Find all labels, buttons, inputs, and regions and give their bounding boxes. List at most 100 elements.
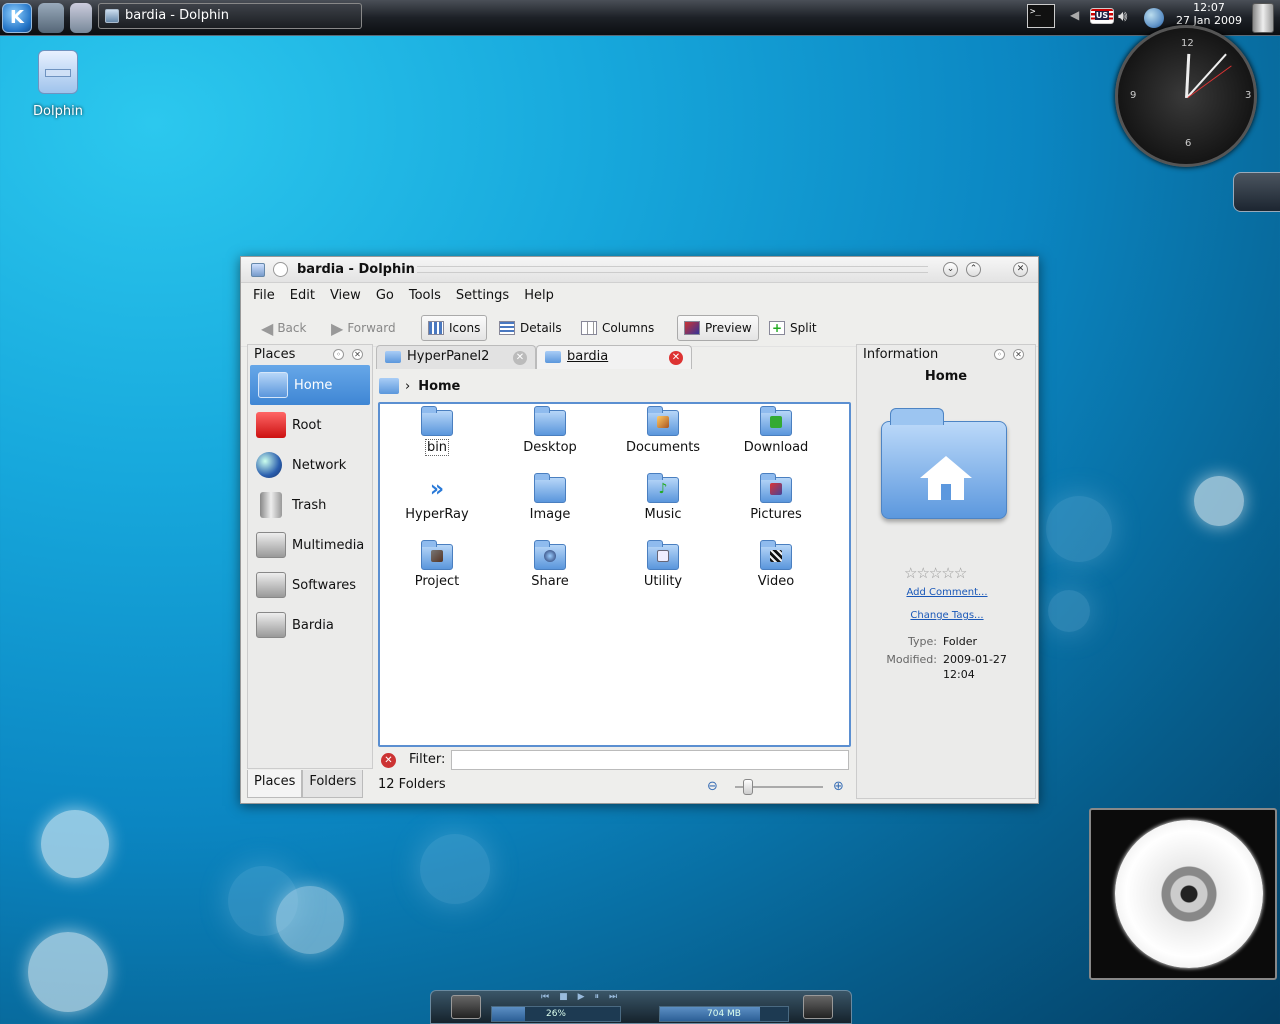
menu-help[interactable]: Help (524, 288, 554, 303)
panel-clock[interactable]: 12:07 27 Jan 2009 (1174, 1, 1244, 27)
network-globe-icon[interactable] (1144, 8, 1164, 28)
trash-icon[interactable] (1252, 3, 1274, 33)
file-item[interactable]: » HyperRay (382, 477, 492, 522)
pictures-folder-icon (760, 473, 792, 503)
file-item[interactable]: Video (721, 540, 831, 589)
folder-icon (545, 351, 561, 363)
file-item[interactable]: Download (721, 406, 831, 455)
bokeh-light (28, 932, 108, 1012)
icons-view-button[interactable]: Icons (421, 315, 488, 341)
chevron-right-icon[interactable]: › (405, 379, 410, 394)
file-view[interactable]: bin Desktop Documents Download » HyperRay… (378, 402, 851, 747)
close-tab-icon[interactable]: ✕ (513, 351, 527, 365)
home-folder-preview-icon (881, 408, 1007, 519)
star-icon[interactable]: ☆ (916, 564, 929, 582)
file-item[interactable]: Pictures (721, 473, 831, 522)
add-comment-link[interactable]: Add Comment... (857, 587, 1037, 598)
preview-button[interactable]: Preview (677, 315, 759, 341)
places-item-multimedia[interactable]: Multimedia (248, 525, 372, 565)
file-item[interactable]: Utility (608, 540, 718, 589)
places-item-home[interactable]: Home (250, 365, 370, 405)
menu-edit[interactable]: Edit (290, 288, 315, 303)
tab-folders[interactable]: Folders (302, 770, 364, 798)
zoom-in-icon[interactable]: ⊕ (833, 779, 844, 794)
zoom-handle[interactable] (742, 779, 753, 795)
filter-input[interactable] (451, 750, 849, 770)
change-tags-link[interactable]: Change Tags... (857, 610, 1037, 621)
tab-hyperpanel2[interactable]: HyperPanel2 ✕ (376, 345, 536, 369)
star-icon[interactable]: ☆ (929, 564, 942, 582)
home-icon[interactable] (379, 378, 399, 394)
menu-settings[interactable]: Settings (456, 288, 509, 303)
tray-arrow-icon[interactable]: ◀ (1070, 8, 1080, 24)
file-item[interactable]: Documents (608, 406, 718, 455)
volume-icon[interactable]: 🔊︎ (1118, 8, 1138, 26)
star-icon[interactable]: ☆ (904, 564, 917, 582)
taskbar-item-dolphin[interactable]: bardia - Dolphin (98, 3, 362, 29)
keyboard-layout-flag[interactable]: US (1090, 8, 1114, 24)
memory-chip-icon[interactable] (803, 995, 833, 1019)
window-list-icon[interactable] (70, 3, 92, 33)
menu-file[interactable]: File (253, 288, 275, 303)
panel-float-button[interactable]: ◦ (333, 349, 344, 360)
music-note-icon: ♪ (658, 481, 668, 497)
show-desktop-icon[interactable] (38, 3, 64, 33)
places-item-bardia[interactable]: Bardia (248, 605, 372, 645)
menu-view[interactable]: View (330, 288, 361, 303)
media-controls-icon[interactable]: ⏮■▶⏸⏭ (541, 992, 741, 1002)
places-panel: Places ◦ ✕ Home Root Network Trash Multi… (247, 344, 373, 769)
split-button[interactable]: + Split (763, 315, 823, 341)
window-titlebar[interactable]: bardia - Dolphin ⌄ ⌃ ✕ (241, 257, 1038, 283)
close-filter-icon[interactable]: ✕ (381, 753, 396, 768)
places-item-label: Bardia (292, 617, 334, 633)
tab-places[interactable]: Places (247, 770, 303, 798)
file-item[interactable]: ♪ Music (608, 473, 718, 522)
picture-icon (770, 483, 782, 495)
kde-menu-button[interactable]: K (2, 3, 32, 33)
file-item[interactable]: Image (495, 473, 605, 522)
close-button[interactable]: ✕ (1013, 262, 1028, 277)
file-name: Music (644, 507, 682, 522)
tab-bardia[interactable]: bardia ✕ (536, 345, 692, 369)
cd-player-widget[interactable] (1089, 808, 1277, 980)
zoom-out-icon[interactable]: ⊖ (707, 779, 718, 794)
desktop-icon-dolphin[interactable]: Dolphin (28, 50, 88, 119)
star-icon[interactable]: ☆ (941, 564, 954, 582)
places-item-trash[interactable]: Trash (248, 485, 372, 525)
breadcrumb-current[interactable]: Home (418, 379, 460, 394)
back-button[interactable]: ◀ Back (255, 315, 312, 341)
star-icon[interactable]: ☆ (954, 564, 967, 582)
places-item-root[interactable]: Root (248, 405, 372, 445)
maximize-button[interactable]: ⌃ (966, 262, 981, 277)
moon-phase-widget[interactable] (1233, 172, 1280, 212)
zoom-slider[interactable]: ⊖ ⊕ (707, 777, 853, 797)
analog-clock-widget[interactable]: 12 3 6 9 (1115, 25, 1257, 167)
details-label: Details (520, 321, 562, 335)
panel-float-button[interactable]: ◦ (994, 349, 1005, 360)
file-item[interactable]: Share (495, 540, 605, 589)
file-item[interactable]: Desktop (495, 406, 605, 455)
panel-close-button[interactable]: ✕ (1013, 349, 1024, 360)
details-view-icon (499, 321, 515, 335)
places-item-network[interactable]: Network (248, 445, 372, 485)
menu-tools[interactable]: Tools (409, 288, 441, 303)
house-icon (920, 456, 972, 500)
file-item[interactable]: Project (382, 540, 492, 589)
hammer-icon (431, 550, 443, 562)
close-tab-icon[interactable]: ✕ (669, 351, 683, 365)
rating-stars[interactable]: ☆☆☆☆☆ (904, 564, 967, 582)
places-item-softwares[interactable]: Softwares (248, 565, 372, 605)
forward-button[interactable]: ▶ Forward (325, 315, 402, 341)
panel-close-button[interactable]: ✕ (352, 349, 363, 360)
system-monitor-bar: ⏮■▶⏸⏭ 26% 704 MB (430, 990, 852, 1024)
clock-minute-hand (1186, 53, 1227, 98)
details-view-button[interactable]: Details (493, 315, 568, 341)
columns-view-button[interactable]: Columns (575, 315, 660, 341)
file-item[interactable]: bin (382, 406, 492, 456)
minimize-button[interactable]: ⌄ (943, 262, 958, 277)
hard-drive-icon (256, 572, 286, 598)
cpu-chip-icon[interactable] (451, 995, 481, 1019)
menu-go[interactable]: Go (376, 288, 394, 303)
window-menu-icon[interactable] (273, 262, 288, 277)
terminal-icon[interactable]: >_ (1027, 4, 1055, 28)
